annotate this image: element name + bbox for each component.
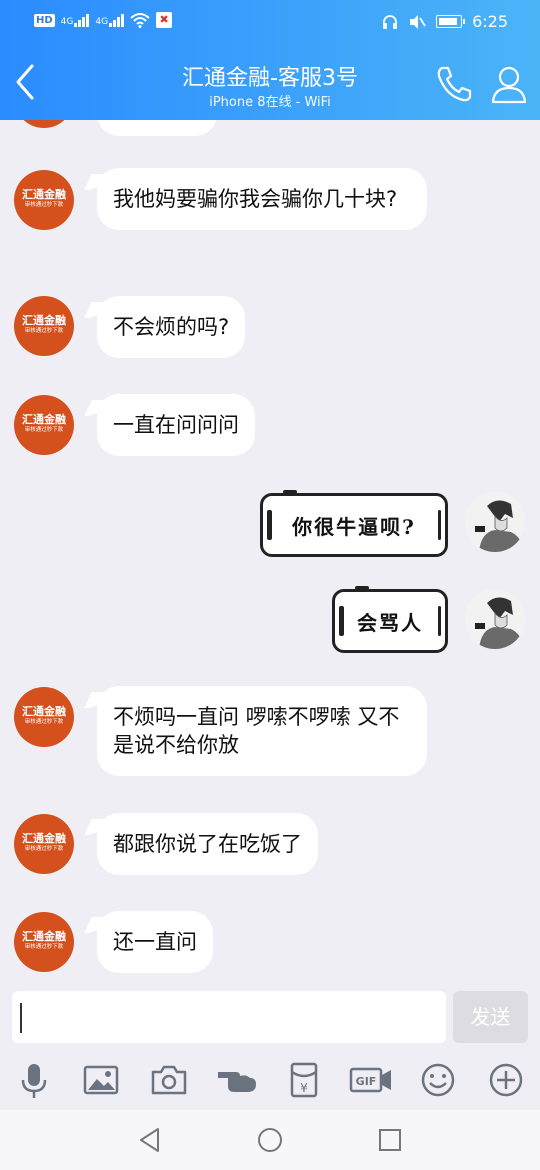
sticker-bubble[interactable]: 你很牛逼呗? <box>260 490 448 557</box>
nav-back-icon[interactable] <box>136 1126 164 1154</box>
message-text: 会骂人 <box>357 610 423 635</box>
wifi-icon <box>130 13 150 28</box>
red-packet-icon[interactable]: ¥ <box>284 1060 324 1100</box>
svg-text:¥: ¥ <box>300 1081 308 1095</box>
contact-avatar[interactable]: 汇通金融 审核通过秒下款 <box>14 395 74 455</box>
signal-icon-2: 4G <box>95 13 125 27</box>
message-text: 你很牛逼呗? <box>292 514 416 539</box>
phone-icon[interactable] <box>434 64 474 104</box>
contact-avatar[interactable]: 汇通金融 审核通过秒下款 <box>14 912 74 972</box>
app-notification-icon: ✖ <box>156 12 173 28</box>
message-text: 一直在问问问 <box>113 413 239 437</box>
message-text: 我他妈要骗你我会骗你几十块? <box>113 187 398 211</box>
profile-icon[interactable] <box>490 64 528 104</box>
hd-badge: HD <box>34 13 55 27</box>
message-bubble-partial <box>97 120 217 136</box>
gif-icon[interactable]: GIF <box>349 1060 393 1100</box>
message-bubble[interactable]: 还一直问 <box>97 911 213 973</box>
contact-avatar[interactable]: 汇通金融 审核通过秒下款 <box>14 170 74 230</box>
message-text: 都跟你说了在吃饭了 <box>113 832 302 856</box>
svg-text:GIF: GIF <box>356 1075 377 1088</box>
contact-avatar[interactable]: 汇通金融 审核通过秒下款 <box>14 296 74 356</box>
message-bubble[interactable]: 不会烦的吗? <box>97 296 246 358</box>
message-list[interactable]: 汇通金融 审核通过秒下款 我他妈要骗你我会骗你几十块? 汇通金融 审核通过秒下款 不… <box>0 120 540 988</box>
contact-avatar[interactable] <box>14 120 74 128</box>
text-caret <box>20 1003 22 1033</box>
message-text: 还一直问 <box>113 930 197 954</box>
mute-icon <box>410 14 426 29</box>
mic-icon[interactable] <box>14 1060 54 1100</box>
signal-icon: 4G <box>61 13 90 27</box>
contact-avatar[interactable]: 汇通金融 审核通过秒下款 <box>14 814 74 874</box>
contact-avatar[interactable]: 汇通金融 审核通过秒下款 <box>14 687 74 747</box>
nav-bar: 汇通金融-客服3号 iPhone 8在线 - WiFi <box>0 44 540 120</box>
plus-icon[interactable] <box>486 1060 526 1100</box>
image-icon[interactable] <box>81 1060 121 1100</box>
message-input[interactable] <box>12 991 446 1043</box>
camera-icon[interactable] <box>149 1060 189 1100</box>
status-bar: HD 4G 4G ✖ 6:25 <box>0 0 540 44</box>
headphone-icon <box>383 14 398 29</box>
message-bubble[interactable]: 不烦吗一直问 啰嗦不啰嗦 又不是说不给你放 <box>97 686 427 776</box>
my-avatar[interactable] <box>465 492 525 552</box>
send-button[interactable]: 发送 <box>453 991 528 1043</box>
user-portrait-icon <box>465 589 525 649</box>
emoji-icon[interactable] <box>418 1060 458 1100</box>
status-time: 6:25 <box>472 12 508 31</box>
message-text: 不会烦的吗? <box>113 315 230 339</box>
message-text: 不烦吗一直问 啰嗦不啰嗦 又不是说不给你放 <box>113 705 400 757</box>
nav-home-icon[interactable] <box>256 1126 284 1154</box>
input-toolbar: ¥ GIF <box>0 1048 540 1110</box>
my-avatar[interactable] <box>465 589 525 649</box>
message-bubble[interactable]: 都跟你说了在吃饭了 <box>97 813 318 875</box>
user-portrait-icon <box>465 492 525 552</box>
input-bar: 发送 <box>0 988 540 1048</box>
message-bubble[interactable]: 一直在问问问 <box>97 394 255 456</box>
nav-recents-icon[interactable] <box>376 1126 404 1154</box>
poke-icon[interactable] <box>216 1060 260 1100</box>
header-bar: HD 4G 4G ✖ 6:25 汇通金融-客服3号 iPhone 8在线 - W… <box>0 0 540 120</box>
battery-icon <box>436 15 466 28</box>
system-nav-bar <box>0 1110 540 1170</box>
sticker-bubble[interactable]: 会骂人 <box>332 586 448 653</box>
message-bubble[interactable]: 我他妈要骗你我会骗你几十块? <box>97 168 427 230</box>
